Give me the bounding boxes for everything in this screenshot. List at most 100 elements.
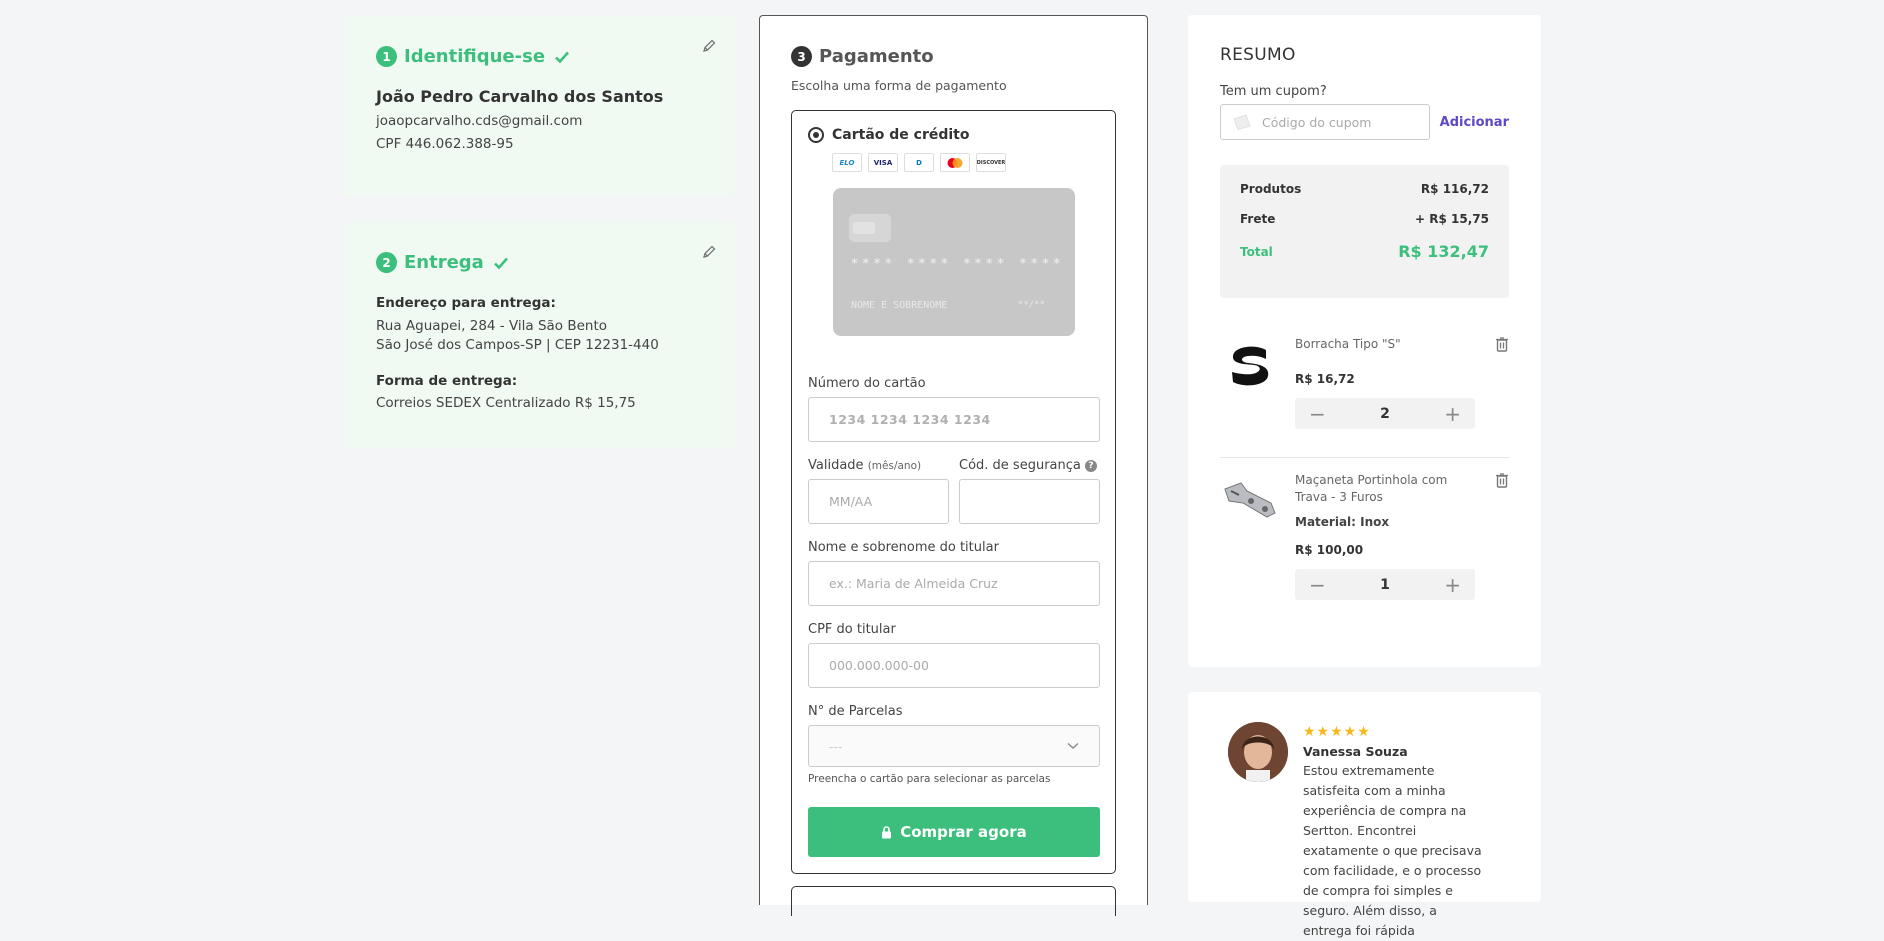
credit-card-option[interactable]: Cartão de crédito [808,127,1099,143]
step-number: 3 [791,46,812,67]
add-coupon-button[interactable]: Adicionar [1440,115,1509,130]
help-icon[interactable]: ? [1085,460,1097,472]
credit-card-label: Cartão de crédito [832,127,970,143]
customer-email: joaopcarvalho.cds@gmail.com [376,113,583,129]
total-value: R$ 132,47 [1398,242,1489,261]
installments-hint: Preencha o cartão para selecionar as par… [808,773,1051,785]
shipping-row: Frete + R$ 15,75 [1240,212,1489,226]
pencil-icon[interactable] [701,244,717,260]
total-label: Total [1240,244,1273,259]
coupon-label: Tem um cupom? [1220,84,1327,99]
step-title-text: Entrega [404,252,484,273]
step-delivery-card: 2 Entrega Endereço para entrega: Rua Agu… [344,222,735,448]
quantity-stepper: − 2 + [1295,398,1475,429]
customer-review: ★★★★★ Vanessa Souza Estou extremamente s… [1188,692,1541,938]
item-price: R$ 16,72 [1295,372,1355,386]
card-preview: **** **** **** **** NOME E SOBRENOME **/… [833,188,1075,336]
step-identify-title: 1 Identifique-se [376,46,703,67]
installments-label: N° de Parcelas [808,704,903,719]
visa-icon: VISA [868,153,898,172]
buy-now-label: Comprar agora [900,823,1027,841]
shipping-value: Correios SEDEX Centralizado R$ 15,75 [376,395,636,411]
quantity-value[interactable]: 2 [1380,406,1390,422]
card-preview-expiry: **/** [1017,300,1045,310]
card-preview-name: NOME E SOBRENOME [851,300,948,311]
item-name[interactable]: Maçaneta Portinhola com Trava - 3 Furos [1295,472,1475,506]
radio-selected-icon[interactable] [808,127,824,143]
quantity-value[interactable]: 1 [1380,577,1390,593]
coupon-row: Código do cupom Adicionar [1220,104,1509,140]
holder-cpf-label: CPF do titular [808,622,896,637]
products-value: R$ 116,72 [1420,182,1489,196]
check-icon [555,51,570,63]
holder-name-label: Nome e sobrenome do titular [808,540,999,555]
ticket-icon [1233,114,1251,130]
diners-icon: D [904,153,934,172]
address-line2: São José dos Campos-SP | CEP 12231-440 [376,337,659,353]
validity-label: Validade (mês/ano) [808,458,922,473]
card-preview-number: **** **** **** **** [851,256,1065,270]
minus-icon[interactable]: − [1309,575,1326,595]
trash-icon[interactable] [1495,472,1509,488]
summary-title: RESUMO [1220,45,1296,65]
total-row: Total R$ 132,47 [1240,242,1489,261]
payment-title-text: Pagamento [819,46,934,67]
order-summary: RESUMO Tem um cupom? Código do cupom Adi… [1188,15,1541,667]
trash-icon[interactable] [1495,336,1509,352]
shipping-value: + R$ 15,75 [1415,212,1489,226]
validity-input[interactable]: MM/AA [808,479,949,524]
step-title-text: Identifique-se [404,46,546,67]
review-text: Estou extremamente satisfeita com a minh… [1303,763,1482,938]
payment-panel: 3 Pagamento Escolha uma forma de pagamen… [759,15,1148,916]
customer-cpf: CPF 446.062.388-95 [376,136,514,152]
totals-box: Produtos R$ 116,72 Frete + R$ 15,75 Tota… [1220,165,1509,298]
credit-card-method: Cartão de crédito ELO VISA D DISCOVER **… [791,110,1116,874]
item-name[interactable]: Borracha Tipo "S" [1295,336,1475,353]
card-chip-icon [849,214,891,242]
item-info: Maçaneta Portinhola com Trava - 3 Furos … [1295,472,1509,600]
products-label: Produtos [1240,182,1302,196]
holder-cpf-input[interactable]: 000.000.000-00 [808,643,1100,688]
step-delivery-title: 2 Entrega [376,252,703,273]
card-number-label: Número do cartão [808,376,926,391]
star-rating-icon: ★★★★★ [1303,724,1371,740]
pencil-icon[interactable] [701,38,717,54]
installments-value: --- [829,738,843,754]
cvv-label: Cód. de segurança ? [959,458,1100,473]
payment-title: 3 Pagamento [791,46,1116,67]
avatar [1228,722,1288,782]
discover-icon: DISCOVER [976,153,1006,172]
product-image [1220,472,1280,532]
plus-icon[interactable]: + [1444,575,1461,595]
step-number: 2 [376,252,397,273]
products-row: Produtos R$ 116,72 [1240,182,1489,196]
address-line1: Rua Aguapei, 284 - Vila São Bento [376,318,608,334]
step-number: 1 [376,46,397,67]
review-body: ★★★★★ Vanessa Souza Estou extremamente s… [1303,722,1483,938]
elo-icon: ELO [832,153,862,172]
address-label: Endereço para entrega: [376,295,556,311]
cart-item: Borracha Tipo "S" R$ 16,72 − 2 + [1220,322,1509,457]
coupon-input[interactable]: Código do cupom [1220,104,1430,140]
item-price: R$ 100,00 [1295,543,1364,557]
reviewer-name: Vanessa Souza [1303,744,1408,759]
installments-select[interactable]: --- [808,725,1100,767]
product-image [1220,336,1280,396]
minus-icon[interactable]: − [1309,404,1326,424]
cvv-input[interactable] [959,479,1100,524]
shipping-label: Forma de entrega: [376,373,518,389]
shipping-label: Frete [1240,212,1276,226]
cart-item: Maçaneta Portinhola com Trava - 3 Furos … [1220,457,1509,600]
next-payment-method[interactable] [791,886,1116,916]
holder-name-input[interactable]: ex.: Maria de Almeida Cruz [808,561,1100,606]
plus-icon[interactable]: + [1444,404,1461,424]
mastercard-icon [940,153,970,172]
card-number-input[interactable]: 1234 1234 1234 1234 [808,397,1100,442]
card-brands: ELO VISA D DISCOVER [832,153,1099,172]
item-variant: Material: Inox [1295,515,1390,529]
customer-name: João Pedro Carvalho dos Santos [376,87,664,106]
payment-subtitle: Escolha uma forma de pagamento [791,78,1007,93]
step-identify-card: 1 Identifique-se João Pedro Carvalho dos… [344,16,735,196]
quantity-stepper: − 1 + [1295,569,1475,600]
buy-now-button[interactable]: Comprar agora [808,807,1100,857]
